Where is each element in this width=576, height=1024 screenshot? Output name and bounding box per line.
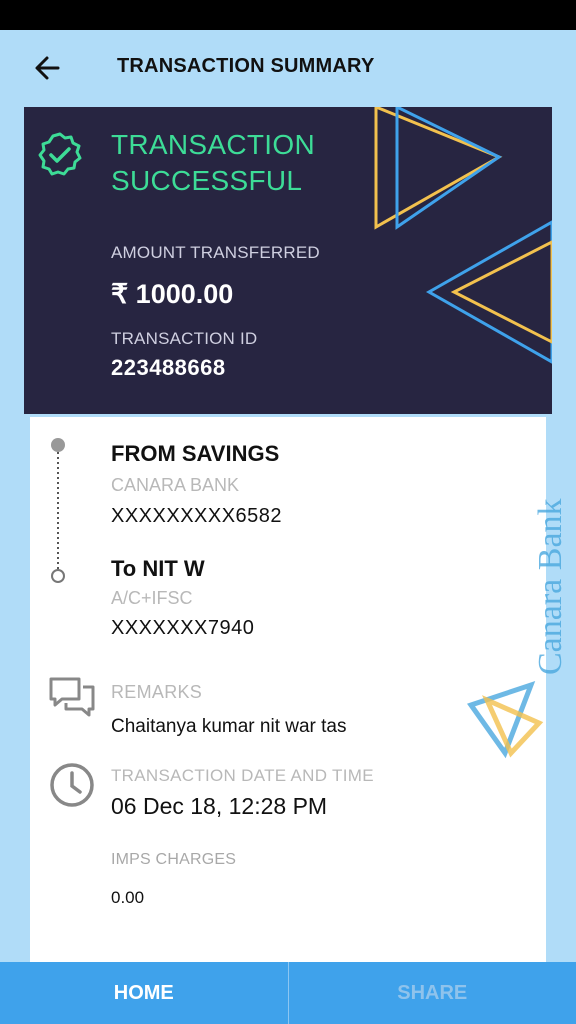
chat-icon [49,677,95,717]
home-button[interactable]: HOME [0,962,289,1024]
status-bar [0,0,576,30]
from-bank-name: CANARA BANK [111,475,240,495]
check-badge-icon [38,132,82,176]
from-account-title: FROM SAVINGS [111,441,280,466]
from-account-number: XXXXXXXXX6582 [111,505,283,527]
header: TRANSACTION SUMMARY [0,30,576,106]
back-arrow-icon [35,56,60,80]
watermark-text: Canara Bank [532,498,569,675]
remarks-label: REMARKS [111,682,203,702]
to-account-type: A/C+IFSC [111,588,193,608]
imps-charges-label: IMPS CHARGES [111,851,237,868]
transaction-id-label: TRANSACTION ID [111,329,258,348]
share-button[interactable]: SHARE [289,962,576,1024]
clock-icon [50,763,94,807]
transaction-id-value: 223488668 [111,355,226,380]
to-account-number: XXXXXXX7940 [111,617,255,639]
imps-charges-value: 0.00 [111,888,145,907]
success-status-text: TRANSACTION SUCCESSFUL [111,129,315,196]
back-button[interactable] [30,50,66,86]
amount-label: AMOUNT TRANSFERRED [111,243,320,262]
datetime-value: 06 Dec 18, 12:28 PM [111,793,328,819]
remarks-value: Chaitanya kumar nit war tas [111,716,347,737]
datetime-label: TRANSACTION DATE AND TIME [111,766,374,785]
transfer-timeline [51,438,65,583]
to-account-title: To NIT W [111,556,205,581]
page-title: TRANSACTION SUMMARY [117,55,375,77]
transaction-status-card: TRANSACTION SUCCESSFUL AMOUNT TRANSFERRE… [24,107,552,414]
amount-value: ₹ 1000.00 [111,279,234,309]
bottom-tab-bar: HOME SHARE [0,962,576,1024]
